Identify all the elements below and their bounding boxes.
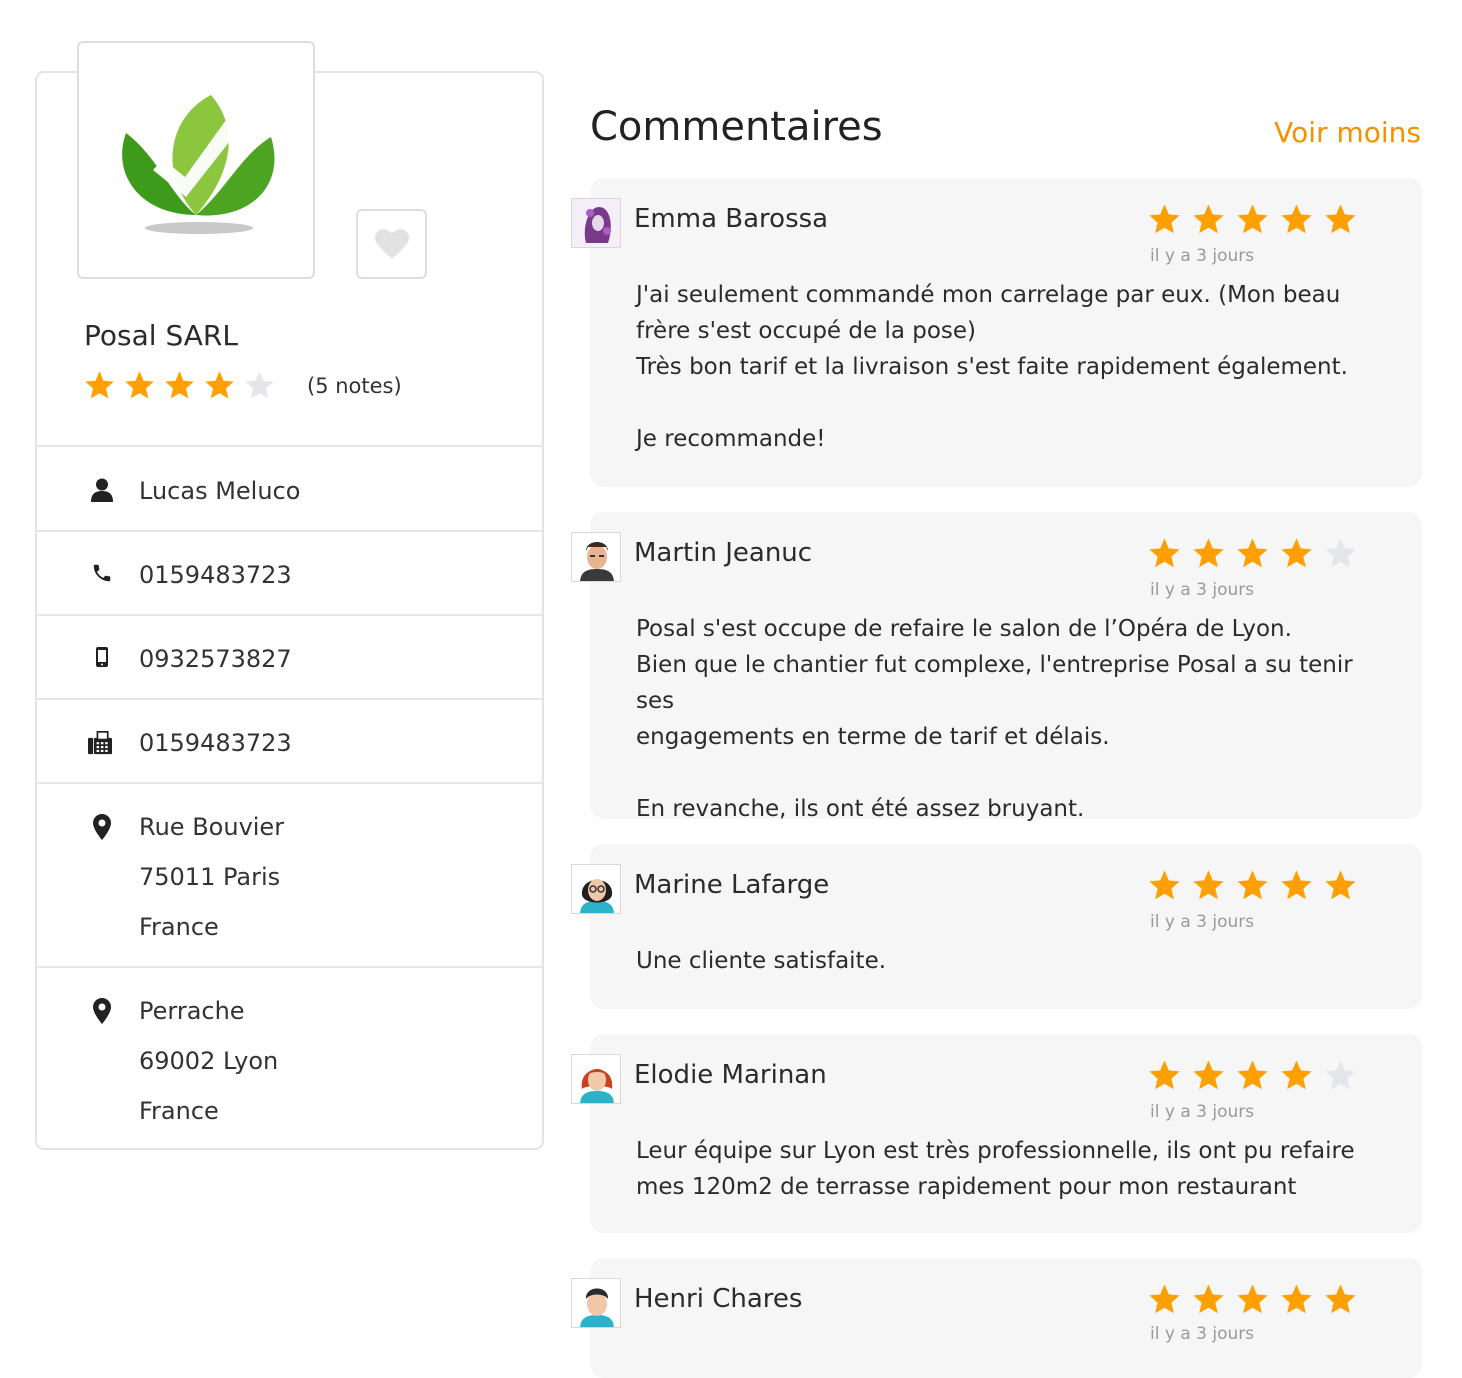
divider <box>36 445 543 447</box>
divider <box>36 530 543 532</box>
star-filled-icon <box>1149 204 1180 234</box>
review-stars <box>1148 537 1357 570</box>
star-filled-icon <box>1325 204 1356 234</box>
star-filled-icon <box>1237 1060 1268 1090</box>
star-filled-icon <box>1193 1284 1224 1314</box>
star-filled-icon <box>1325 1284 1356 1314</box>
review-stars <box>1148 1059 1357 1092</box>
star-filled-icon <box>1281 1284 1312 1314</box>
star-empty-icon <box>1325 1060 1356 1090</box>
reviews-title: Commentaires <box>590 104 883 150</box>
address-2-street: Perrache <box>139 997 245 1025</box>
avatar <box>571 1278 621 1328</box>
star-filled-icon <box>1149 1060 1180 1090</box>
star-empty-icon <box>245 371 274 399</box>
favorite-button[interactable] <box>356 209 427 279</box>
address-2-country: France <box>139 1097 219 1125</box>
company-rating: (5 notes) <box>84 370 402 401</box>
leaf-check-logo-icon <box>122 95 275 234</box>
star-filled-icon <box>205 371 234 399</box>
star-filled-icon <box>1281 204 1312 234</box>
company-stars <box>84 370 275 401</box>
address-1-street: Rue Bouvier <box>139 813 285 841</box>
review-date: il y a 3 jours <box>1150 912 1255 932</box>
review-stars <box>1148 203 1357 236</box>
phone-number[interactable]: 0159483723 <box>139 550 292 600</box>
review-text: J'ai seulement commandé mon carrelage pa… <box>636 282 1348 452</box>
star-filled-icon <box>1237 1284 1268 1314</box>
avatar <box>571 532 621 582</box>
star-filled-icon <box>1281 538 1312 568</box>
review-author: Elodie Marinan <box>634 1060 827 1090</box>
star-filled-icon <box>1193 870 1224 900</box>
address-2-city: 69002 Lyon <box>139 1047 279 1075</box>
review-date: il y a 3 jours <box>1150 246 1255 266</box>
see-less-link[interactable]: Voir moins <box>1274 116 1421 149</box>
star-filled-icon <box>1281 1060 1312 1090</box>
review-date: il y a 3 jours <box>1150 1324 1255 1344</box>
star-filled-icon <box>1149 1284 1180 1314</box>
divider <box>36 782 543 784</box>
star-filled-icon <box>1325 870 1356 900</box>
star-empty-icon <box>1325 538 1356 568</box>
mobile-phone-icon <box>90 646 114 672</box>
review-author: Marine Lafarge <box>634 870 830 900</box>
star-filled-icon <box>1193 204 1224 234</box>
review-text: Une cliente satisfaite. <box>636 948 887 974</box>
star-filled-icon <box>165 371 194 399</box>
company-logo <box>77 41 315 279</box>
divider <box>36 614 543 616</box>
review-text: Leur équipe sur Lyon est très profession… <box>636 1138 1355 1200</box>
notes-count: (5 notes) <box>307 373 402 398</box>
fax-number: 0159483723 <box>139 729 292 757</box>
phone-icon <box>90 562 114 588</box>
star-filled-icon <box>1237 870 1268 900</box>
divider <box>36 966 543 968</box>
review-author: Henri Chares <box>634 1284 803 1314</box>
review-stars <box>1148 869 1357 902</box>
review-date: il y a 3 jours <box>1150 1102 1255 1122</box>
star-filled-icon <box>1149 538 1180 568</box>
avatar <box>571 864 621 914</box>
address-1-city: 75011 Paris <box>139 863 281 891</box>
contact-person: Lucas Meluco <box>139 477 301 505</box>
address-1-country: France <box>139 913 219 941</box>
star-filled-icon <box>1149 870 1180 900</box>
star-filled-icon <box>1237 538 1268 568</box>
star-filled-icon <box>1193 538 1224 568</box>
star-filled-icon <box>85 371 114 399</box>
avatar <box>571 198 621 248</box>
map-marker-icon <box>90 814 114 840</box>
mobile-number[interactable]: 0932573827 <box>139 634 292 684</box>
review-text: Posal s'est occupe de refaire le salon d… <box>636 616 1353 822</box>
avatar <box>571 1054 621 1104</box>
review-card <box>590 1258 1422 1378</box>
review-stars <box>1148 1283 1357 1316</box>
star-filled-icon <box>125 371 154 399</box>
map-marker-icon <box>90 998 114 1024</box>
fax-icon <box>88 729 112 755</box>
review-date: il y a 3 jours <box>1150 580 1255 600</box>
star-filled-icon <box>1237 204 1268 234</box>
star-filled-icon <box>1193 1060 1224 1090</box>
user-icon <box>90 478 114 504</box>
divider <box>36 698 543 700</box>
star-filled-icon <box>1281 870 1312 900</box>
review-author: Martin Jeanuc <box>634 538 813 568</box>
company-name: Posal SARL <box>84 319 238 352</box>
heart-icon <box>374 229 409 259</box>
review-author: Emma Barossa <box>634 204 829 234</box>
